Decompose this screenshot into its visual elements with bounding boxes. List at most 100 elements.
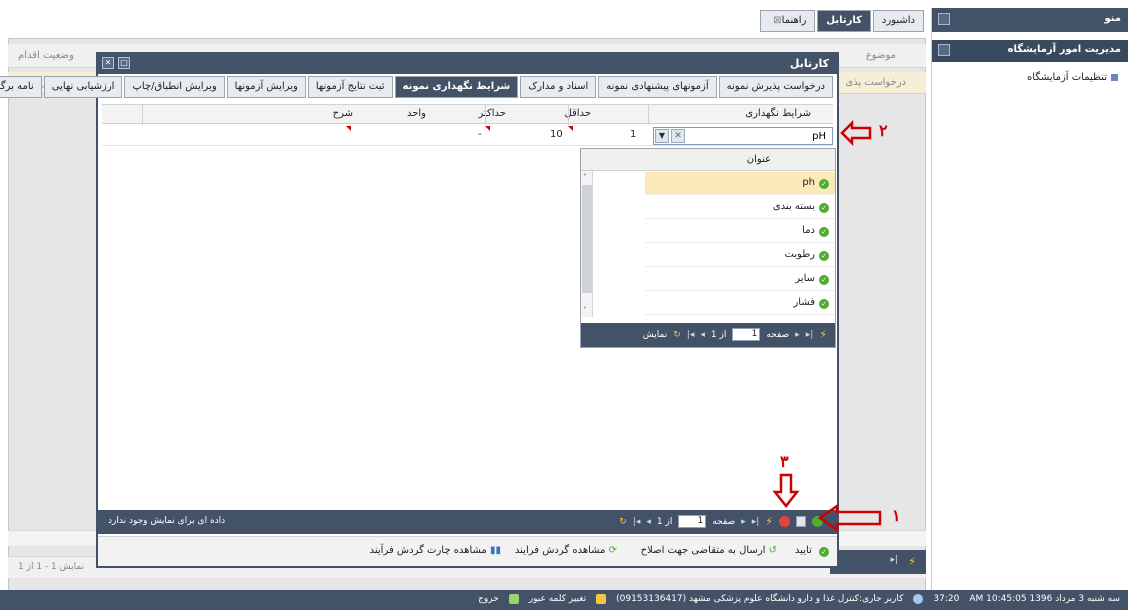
prev-page-icon[interactable]: ◂ [700,330,705,340]
tab-test-results[interactable]: ثبت نتایج آزمونها [307,76,393,98]
refresh-icon[interactable]: ⚡ [908,555,916,568]
add-icon[interactable] [812,516,823,527]
check-icon: ✓ [819,275,829,285]
copy-icon[interactable] [796,516,806,527]
list-item-label: بسته بندی [772,201,815,212]
bg-footer-count: نمایش 1 - 1 از 1 [18,562,85,572]
tab-label: ویرایش انطباق/چاپ [132,81,217,92]
lock-icon [596,594,607,604]
check-icon: ✓ [819,179,829,189]
collapse-icon[interactable] [938,13,950,25]
check-icon: ✓ [819,251,829,261]
list-item-label: سایر [795,273,815,284]
maximize-icon[interactable]: □ [118,57,130,69]
menu-item-lab-settings[interactable]: تنظیمات آزمایشگاه [938,72,1128,88]
tab-label: ارزشیابی نهایی [51,81,115,92]
background-pager: ⚡ ▸| [830,550,926,574]
condition-input[interactable] [690,129,830,143]
col-unit: واحد [406,108,426,119]
cell-unit[interactable]: - [478,129,482,140]
tab-storage-conditions[interactable]: شرایط نگهداری نمونه [394,76,519,98]
tab-documents[interactable]: اسناد و مدارک [520,76,597,98]
grid-header: شرایط نگهداری حداقل حداکثر واحد شرح [102,104,833,125]
cell-max[interactable]: 10 [550,129,563,140]
dialog-actions: تایید ✓ ارسال به متقاضی جهت اصلاح ↺ مشاه… [98,536,837,566]
session-time: 37:20 [933,594,960,604]
col-max: حداکثر [478,108,506,119]
prev-page-icon[interactable]: ◂ [646,517,651,527]
tab-edit-tests[interactable]: ویرایش آزمونها [226,76,306,98]
first-page-icon[interactable]: |◂ [633,517,641,527]
delete-icon[interactable] [779,516,790,527]
reload-icon[interactable]: ↻ [673,330,681,340]
show-label: نمایش [642,329,668,340]
dropdown-col-title: عنوان [746,154,771,165]
last-page-icon[interactable]: ▸| [890,555,898,565]
dropdown-header: عنوان [581,149,835,171]
tab-label: راهنما [781,15,807,26]
list-item[interactable]: ph ✓ [645,172,835,195]
tab-edit-compliance[interactable]: ویرایش انطباق/چاپ [124,76,225,98]
cell-min[interactable]: 1 [630,129,636,140]
close-icon[interactable]: ⊠ [773,15,781,26]
list-item-label: ph [802,177,815,188]
exit-link[interactable]: خروج [478,594,499,604]
list-item[interactable]: دما ✓ [645,220,835,243]
list-item[interactable]: سایر ✓ [645,268,835,291]
return-icon: ↺ [768,545,777,556]
page-input[interactable]: 1 [732,328,761,341]
scroll-down-icon[interactable]: ˅ [583,306,587,315]
lightning-icon[interactable]: ⚡ [765,515,773,528]
datetime: سه شنبه 3 مرداد 1396 10:45:05 AM [969,594,1120,604]
last-page-icon[interactable]: ▸| [752,517,760,527]
button-label: مشاهده گردش فرایند [514,545,606,556]
exit-icon [508,594,519,604]
menu-panel: منو مدیریت امور آزمایشگاه تنظیمات آزمایش… [931,8,1128,610]
next-page-icon[interactable]: ▸ [741,517,746,527]
tab-analysis-letter[interactable]: نامه برگه آنالیز [0,76,42,98]
first-page-icon[interactable]: |◂ [687,330,695,340]
clear-icon[interactable]: ✕ [671,129,685,143]
dropdown-scrollbar[interactable]: ˄ ˅ [581,171,593,317]
tab-dashboard[interactable]: داشبورد [872,10,924,32]
menu-title: منو [1104,13,1121,24]
chevron-down-icon[interactable]: ▼ [655,129,669,143]
confirm-button[interactable]: تایید ✓ [795,545,829,557]
next-page-icon[interactable]: ▸ [795,330,800,340]
tab-suggested-tests[interactable]: آزمونهای پیشنهادی نمونه [598,76,717,98]
scroll-up-icon[interactable]: ˄ [583,173,587,182]
view-chart-button[interactable]: مشاهده چارت گردش فرآیند ▮▮ [370,545,501,556]
bg-col-subject: موضوع [865,50,896,61]
check-icon: ✓ [819,299,829,309]
chart-icon: ▮▮ [489,545,501,556]
list-item[interactable]: فشار ✓ [645,292,835,315]
list-item[interactable]: رطوبت ✓ [645,244,835,267]
kartable-dialog: ✕ □ کارتابل درخواست پذیرش نمونه آزمونهای… [0,52,839,568]
collapse-icon[interactable] [938,44,950,56]
scroll-thumb[interactable] [582,185,592,293]
last-page-icon[interactable]: ▸| [806,330,814,340]
list-item[interactable]: بسته بندی ✓ [645,196,835,219]
send-back-button[interactable]: ارسال به متقاضی جهت اصلاح ↺ [641,545,777,556]
process-icon: ⟳ [608,545,617,556]
bg-row-subject: درخواست پذی [845,77,906,88]
menu-section[interactable]: مدیریت امور آزمایشگاه [932,40,1128,62]
page-input[interactable]: 1 [678,515,707,528]
tab-kartable[interactable]: کارتابل [817,10,871,32]
list-item-label: فشار [793,297,815,308]
view-process-button[interactable]: مشاهده گردش فرایند ⟳ [515,545,617,556]
status-bar: سه شنبه 3 مرداد 1396 10:45:05 AM 37:20 ک… [0,590,1128,610]
condition-combobox[interactable]: ▼ ✕ [653,127,833,145]
tab-final-evaluation[interactable]: ارزشیابی نهایی [43,76,123,98]
dropdown-pager: ⚡ ▸| ▸ صفحه 1 از 1 ◂ |◂ ↻ نمایش [581,323,835,347]
close-icon[interactable]: ✕ [102,57,114,69]
tab-label: کارتابل [826,15,862,26]
tab-request[interactable]: درخواست پذیرش نمونه [718,76,833,98]
list-item-label: رطوبت [784,249,815,260]
current-user: کاربر جاری:کنترل غذا و دارو دانشگاه علوم… [616,594,904,604]
reload-icon[interactable]: ↻ [619,517,627,527]
change-password-link[interactable]: تغییر کلمه عبور [529,594,586,604]
refresh-icon[interactable]: ⚡ [819,328,827,341]
tab-label: ثبت نتایج آزمونها [315,81,385,92]
tab-help[interactable]: ⊠راهنما [760,10,816,32]
